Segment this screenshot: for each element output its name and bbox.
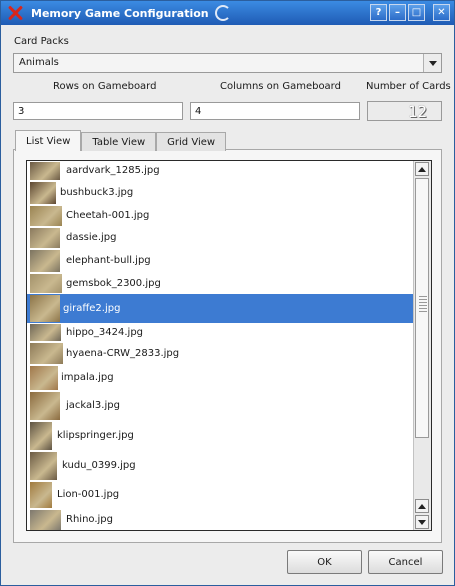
image-thumbnail — [30, 324, 61, 341]
list-item[interactable]: klipspringer.jpg — [27, 421, 414, 451]
image-thumbnail — [30, 182, 56, 204]
image-thumbnail — [30, 366, 58, 390]
tab-list-view[interactable]: List View — [15, 130, 82, 151]
tab-table-view[interactable]: Table View — [81, 132, 157, 151]
list-item[interactable]: kudu_0399.jpg — [27, 451, 414, 481]
list-item[interactable]: gemsbok_2300.jpg — [27, 273, 414, 294]
file-name: giraffe2.jpg — [63, 303, 121, 314]
image-thumbnail — [30, 452, 57, 480]
image-thumbnail — [30, 482, 52, 508]
file-list[interactable]: aardvark_1285.jpg bushbuck3.jpg Cheetah-00… — [26, 160, 432, 531]
app-x-icon — [7, 5, 23, 21]
file-name: gemsbok_2300.jpg — [66, 278, 161, 289]
columns-input[interactable] — [190, 102, 360, 120]
card-packs-value: Animals — [19, 57, 59, 68]
file-name: impala.jpg — [61, 372, 114, 383]
minimize-button[interactable]: – — [389, 4, 406, 21]
file-name: dassie.jpg — [66, 232, 117, 243]
image-thumbnail — [30, 510, 61, 530]
rows-input[interactable] — [13, 102, 183, 120]
list-item[interactable]: bushbuck3.jpg — [27, 181, 414, 205]
image-thumbnail — [30, 392, 60, 420]
image-thumbnail — [30, 274, 62, 293]
image-thumbnail — [30, 422, 52, 450]
card-packs-label: Card Packs — [14, 36, 69, 47]
list-item[interactable]: elephant-bull.jpg — [27, 249, 414, 273]
list-item[interactable]: Rhino.jpg — [27, 509, 414, 530]
list-item[interactable]: hyaena-CRW_2833.jpg — [27, 342, 414, 365]
image-thumbnail — [30, 250, 60, 272]
file-name: aardvark_1285.jpg — [66, 165, 160, 176]
cards-lcd-display: 12 — [367, 101, 442, 121]
rows-label: Rows on Gameboard — [53, 81, 157, 92]
list-item[interactable]: impala.jpg — [27, 365, 414, 391]
list-item[interactable]: giraffe2.jpg — [27, 294, 414, 323]
columns-label: Columns on Gameboard — [220, 81, 341, 92]
scrollbar-thumb[interactable] — [415, 178, 429, 438]
tab-grid-view[interactable]: Grid View — [156, 132, 227, 151]
view-tabs: List View Table View Grid View — [15, 130, 227, 151]
file-name: Cheetah-001.jpg — [66, 210, 150, 221]
window-title: Memory Game Configuration — [31, 6, 209, 20]
list-item[interactable]: Lion-001.jpg — [27, 481, 414, 509]
file-name: bushbuck3.jpg — [60, 187, 134, 198]
cards-label: Number of Cards — [366, 81, 451, 92]
window-controls: ? – □ ✕ — [370, 4, 450, 21]
file-name: Lion-001.jpg — [57, 489, 120, 500]
list-item[interactable]: hippo_3424.jpg — [27, 323, 414, 342]
maximize-button[interactable]: □ — [408, 4, 425, 21]
list-item[interactable]: aardvark_1285.jpg — [27, 161, 414, 181]
close-button[interactable]: ✕ — [433, 4, 450, 21]
cancel-button[interactable]: Cancel — [368, 550, 443, 574]
vertical-scrollbar[interactable] — [413, 161, 431, 530]
config-dialog: Memory Game Configuration ? – □ ✕ Card P… — [0, 0, 455, 586]
scroll-down-button[interactable] — [415, 515, 429, 529]
image-thumbnail — [30, 295, 60, 322]
list-item[interactable]: Cheetah-001.jpg — [27, 205, 414, 227]
file-name: hyaena-CRW_2833.jpg — [66, 348, 180, 359]
scroll-up-button[interactable] — [415, 162, 429, 176]
file-name: Rhino.jpg — [66, 514, 113, 525]
file-name: klipspringer.jpg — [57, 430, 134, 441]
file-name: elephant-bull.jpg — [66, 255, 151, 266]
image-thumbnail — [30, 228, 60, 248]
help-button[interactable]: ? — [370, 4, 387, 21]
list-item[interactable]: jackal3.jpg — [27, 391, 414, 421]
scroll-up-button-lower[interactable] — [415, 499, 429, 513]
file-name: hippo_3424.jpg — [66, 327, 144, 338]
image-thumbnail — [30, 162, 60, 180]
image-thumbnail — [30, 343, 63, 364]
list-item[interactable]: dassie.jpg — [27, 227, 414, 249]
card-packs-select[interactable]: Animals — [13, 53, 442, 73]
ok-button[interactable]: OK — [287, 550, 362, 574]
image-thumbnail — [30, 206, 62, 226]
swirl-icon — [214, 5, 231, 21]
file-name: kudu_0399.jpg — [62, 460, 136, 471]
file-name: jackal3.jpg — [66, 400, 120, 411]
title-bar[interactable]: Memory Game Configuration ? – □ ✕ — [1, 1, 454, 25]
dropdown-arrow-icon[interactable] — [423, 54, 441, 72]
